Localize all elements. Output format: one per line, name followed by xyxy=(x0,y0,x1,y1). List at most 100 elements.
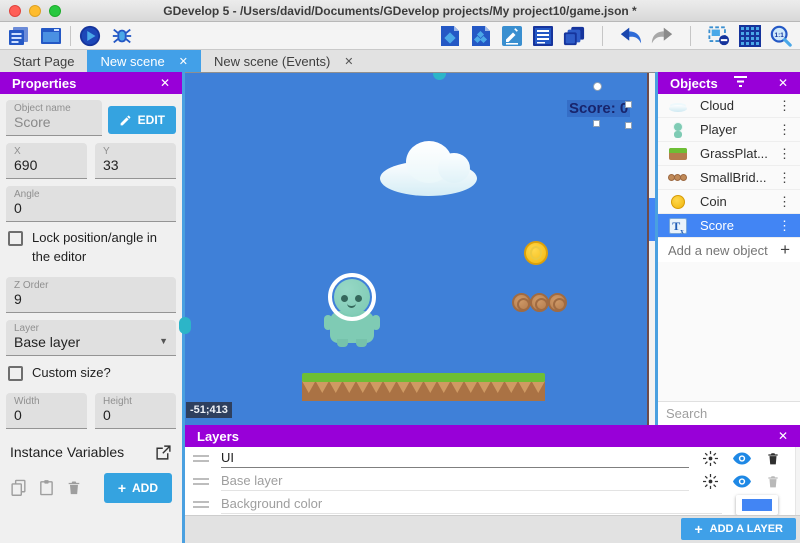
vertical-scroll-knob[interactable] xyxy=(179,317,191,334)
object-menu-icon[interactable]: ⋮ xyxy=(775,194,794,210)
tab-new-scene[interactable]: New scene ✕ xyxy=(87,50,201,72)
layer-effects-icon[interactable] xyxy=(703,474,718,489)
width-field[interactable]: Width xyxy=(6,393,87,429)
angle-input[interactable] xyxy=(14,200,168,216)
custom-size-checkbox[interactable] xyxy=(8,366,23,381)
cursor-coordinates: -51;413 xyxy=(186,402,232,418)
object-menu-icon[interactable]: ⋮ xyxy=(775,170,794,186)
tab-new-scene-events[interactable]: New scene (Events) ✕ xyxy=(201,50,367,72)
width-label: Width xyxy=(14,396,79,407)
add-layer-button[interactable]: + ADD A LAYER xyxy=(681,518,796,540)
redo-icon[interactable] xyxy=(651,25,673,47)
drag-handle-icon[interactable] xyxy=(193,455,209,462)
preview-window-icon[interactable] xyxy=(40,25,62,47)
debug-icon[interactable] xyxy=(111,25,133,47)
objects-search-input[interactable] xyxy=(666,406,800,421)
layer-row-ui[interactable] xyxy=(185,447,800,470)
object-list-item-cloud[interactable]: Cloud ⋮ xyxy=(658,94,800,118)
filter-icon[interactable] xyxy=(734,76,747,90)
close-properties-icon[interactable]: ✕ xyxy=(160,76,170,90)
score-text-instance[interactable]: Score: 0 xyxy=(567,100,630,117)
paste-icon[interactable] xyxy=(38,479,55,496)
toggle-window-mask-icon[interactable] xyxy=(708,25,730,47)
scene-canvas[interactable]: Score: 0 -51;413 xyxy=(185,72,655,425)
z-order-input[interactable] xyxy=(14,291,168,307)
close-tab-icon[interactable]: ✕ xyxy=(344,55,353,68)
layer-select[interactable]: Layer ▼ xyxy=(6,320,176,356)
window-title: GDevelop 5 - /Users/david/Documents/GDev… xyxy=(0,4,800,18)
grid-icon[interactable] xyxy=(739,25,761,47)
height-label: Height xyxy=(103,396,168,407)
layers-panel-title: Layers xyxy=(197,429,239,444)
object-list-item-player[interactable]: Player ⋮ xyxy=(658,118,800,142)
object-menu-icon[interactable]: ⋮ xyxy=(775,98,794,114)
layers-scrollbar[interactable] xyxy=(795,447,800,515)
close-objects-icon[interactable]: ✕ xyxy=(778,76,788,90)
object-list-item-grassplatform[interactable]: GrassPlat... ⋮ xyxy=(658,142,800,166)
object-name-input[interactable] xyxy=(14,114,94,130)
open-in-new-icon[interactable] xyxy=(155,444,172,461)
lock-position-checkbox[interactable] xyxy=(8,231,23,246)
copy-icon[interactable] xyxy=(10,479,27,496)
trash-icon[interactable] xyxy=(66,479,82,496)
layer-select-value[interactable] xyxy=(14,334,168,350)
drag-handle-icon[interactable] xyxy=(193,478,209,485)
object-list-item-score[interactable]: Tx Score ⋮ xyxy=(658,214,800,238)
add-new-object-row[interactable]: Add a new object + xyxy=(658,238,800,262)
editor-tabs: Start Page New scene ✕ New scene (Events… xyxy=(0,50,800,72)
cloud-instance[interactable] xyxy=(380,141,477,196)
scene-properties-icon[interactable] xyxy=(501,25,523,47)
close-layers-icon[interactable]: ✕ xyxy=(778,429,788,443)
object-list-item-coin[interactable]: Coin ⋮ xyxy=(658,190,800,214)
object-menu-icon[interactable]: ⋮ xyxy=(775,218,794,234)
play-preview-icon[interactable] xyxy=(79,25,101,47)
rotation-handle[interactable] xyxy=(593,82,602,91)
z-order-field[interactable]: Z Order xyxy=(6,277,176,313)
layers-footer: + ADD A LAYER xyxy=(185,515,800,543)
object-menu-icon[interactable]: ⋮ xyxy=(775,122,794,138)
height-input[interactable] xyxy=(103,407,168,423)
y-position-field[interactable]: Y xyxy=(95,143,176,179)
tab-start-page[interactable]: Start Page xyxy=(0,50,87,72)
resize-handle-bottom[interactable] xyxy=(593,120,600,127)
undo-icon[interactable] xyxy=(620,25,642,47)
resize-handle-right[interactable] xyxy=(625,101,632,108)
drag-handle-icon[interactable] xyxy=(193,501,209,508)
tab-label: New scene xyxy=(100,54,164,69)
horizontal-scroll-knob[interactable] xyxy=(433,72,446,80)
delete-layer-icon[interactable] xyxy=(766,451,780,466)
layer-row-base[interactable] xyxy=(185,470,800,493)
project-manager-icon[interactable] xyxy=(8,25,30,47)
height-field[interactable]: Height xyxy=(95,393,176,429)
object-list-item-smallbridge[interactable]: SmallBrid... ⋮ xyxy=(658,166,800,190)
small-bridge-instance[interactable] xyxy=(512,293,566,312)
resize-handle-corner[interactable] xyxy=(625,122,632,129)
object-groups-icon[interactable] xyxy=(470,25,492,47)
angle-field[interactable]: Angle xyxy=(6,186,176,222)
x-input[interactable] xyxy=(14,157,79,173)
edit-object-button[interactable]: EDIT xyxy=(108,106,176,134)
layer-row-background-color[interactable] xyxy=(185,493,800,516)
instances-list-icon[interactable] xyxy=(532,25,554,47)
layer-name-input[interactable] xyxy=(221,473,689,491)
x-position-field[interactable]: X xyxy=(6,143,87,179)
layer-name-input[interactable] xyxy=(221,450,689,468)
coin-instance[interactable] xyxy=(524,241,548,265)
layer-effects-icon[interactable] xyxy=(703,451,718,466)
object-name-field[interactable]: Object name xyxy=(6,100,102,136)
grass-platform-instance[interactable] xyxy=(302,373,545,401)
add-variable-button[interactable]: + ADD xyxy=(104,473,172,503)
zoom-1-1-icon[interactable]: 1:1 xyxy=(770,25,792,47)
close-tab-icon[interactable]: ✕ xyxy=(179,55,188,68)
background-color-picker[interactable] xyxy=(736,495,778,515)
layers-editor-icon[interactable] xyxy=(563,25,585,47)
y-input[interactable] xyxy=(103,157,168,173)
delete-layer-icon-disabled xyxy=(766,474,780,489)
layer-visibility-icon[interactable] xyxy=(733,452,751,465)
layer-visibility-icon[interactable] xyxy=(733,475,751,488)
player-instance[interactable] xyxy=(327,273,377,347)
layer-name-input[interactable] xyxy=(221,496,722,514)
object-menu-icon[interactable]: ⋮ xyxy=(775,146,794,162)
objects-editor-icon[interactable] xyxy=(439,25,461,47)
width-input[interactable] xyxy=(14,407,79,423)
